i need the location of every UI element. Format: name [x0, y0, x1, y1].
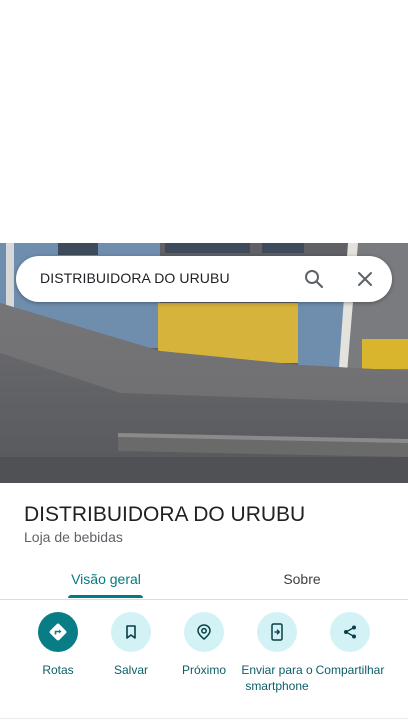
- nearby-button[interactable]: Próximo: [164, 612, 244, 678]
- directions-label: Rotas: [42, 663, 74, 677]
- active-tab-indicator: [68, 595, 143, 598]
- map-blank-area: [0, 0, 408, 243]
- search-bar[interactable]: DISTRIBUIDORA DO URUBU: [16, 256, 392, 302]
- save-label: Salvar: [113, 663, 148, 677]
- nearby-label: Próximo: [181, 663, 226, 677]
- search-icon[interactable]: [302, 267, 326, 291]
- bookmark-icon: [111, 612, 151, 652]
- divider: [0, 718, 408, 719]
- action-row: Rotas Salvar Próximo Enviar para o smart…: [0, 612, 408, 722]
- share-label: Compartilhar: [315, 663, 385, 677]
- send-to-phone-button[interactable]: Enviar para o smartphone: [237, 612, 317, 694]
- close-icon[interactable]: [353, 267, 377, 291]
- directions-button[interactable]: Rotas: [18, 612, 98, 678]
- send-to-phone-icon: [257, 612, 297, 652]
- place-title: DISTRIBUIDORA DO URUBU: [24, 503, 306, 526]
- tab-overview[interactable]: Visão geral: [66, 558, 146, 600]
- share-icon: [330, 612, 370, 652]
- nearby-icon: [184, 612, 224, 652]
- share-button[interactable]: Compartilhar: [310, 612, 390, 678]
- tab-about[interactable]: Sobre: [262, 558, 342, 600]
- directions-icon: [38, 612, 78, 652]
- place-category: Loja de bebidas: [24, 529, 123, 545]
- save-button[interactable]: Salvar: [91, 612, 171, 678]
- tab-bar: Visão geral Sobre: [0, 558, 408, 600]
- send-to-phone-label: Enviar para o smartphone: [241, 663, 313, 693]
- search-input[interactable]: DISTRIBUIDORA DO URUBU: [40, 270, 230, 286]
